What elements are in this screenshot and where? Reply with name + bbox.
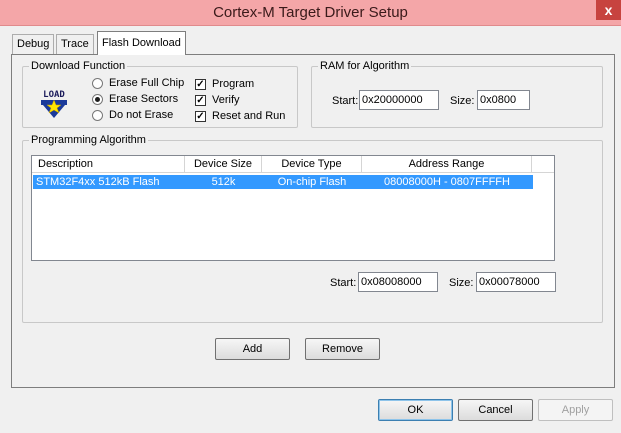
algorithm-list[interactable]: Description Device Size Device Type Addr…	[31, 155, 555, 261]
row-device-type: On-chip Flash	[277, 176, 347, 188]
ram-start-label: Start:	[332, 95, 359, 107]
check-icon[interactable]: ✓	[195, 95, 206, 106]
row-description: STM32F4xx 512kB Flash	[36, 176, 160, 188]
algo-size-label: Size:	[449, 277, 474, 289]
algo-start-input[interactable]: 0x08008000	[358, 272, 438, 292]
column-address-range[interactable]: Address Range	[362, 156, 532, 173]
row-device-size: 512k	[211, 176, 236, 188]
load-icon: LOAD	[37, 86, 71, 120]
ram-for-algorithm-group: RAM for Algorithm Start: 0x20000000 Size…	[311, 59, 603, 128]
check-icon[interactable]: ✓	[195, 111, 206, 122]
table-row[interactable]: STM32F4xx 512kB Flash 512k On-chip Flash…	[33, 175, 533, 189]
column-device-type[interactable]: Device Type	[262, 156, 362, 173]
dialog-client: Debug Trace Flash Download Download Func…	[7, 26, 615, 426]
add-button[interactable]: Add	[215, 338, 290, 360]
tab-debug[interactable]: Debug	[12, 34, 55, 54]
column-description[interactable]: Description	[32, 156, 185, 173]
title-bar[interactable]: Cortex-M Target Driver Setup x	[0, 0, 621, 26]
programming-algorithm-group: Programming Algorithm Description Device…	[22, 133, 603, 323]
svg-text:LOAD: LOAD	[43, 90, 65, 100]
ok-button[interactable]: OK	[378, 399, 453, 421]
ram-for-algorithm-title: RAM for Algorithm	[318, 59, 412, 73]
remove-button[interactable]: Remove	[305, 338, 380, 360]
row-address-range: 08008000H - 0807FFFFH	[384, 176, 510, 188]
window-title: Cortex-M Target Driver Setup	[213, 4, 408, 21]
ram-size-label: Size:	[450, 95, 475, 107]
download-function-title: Download Function	[29, 59, 128, 73]
dialog-window: Cortex-M Target Driver Setup x Debug Tra…	[0, 0, 621, 433]
algo-size-input[interactable]: 0x00078000	[476, 272, 556, 292]
cancel-button[interactable]: Cancel	[458, 399, 533, 421]
radio-dot[interactable]	[92, 78, 103, 89]
apply-button[interactable]: Apply	[538, 399, 613, 421]
check-icon[interactable]: ✓	[195, 79, 206, 90]
radio-dot[interactable]	[92, 110, 103, 121]
radio-dot-selected[interactable]	[92, 94, 103, 105]
ram-size-input[interactable]: 0x0800	[477, 90, 530, 110]
close-icon[interactable]: x	[596, 0, 621, 20]
ram-start-input[interactable]: 0x20000000	[359, 90, 439, 110]
column-device-size[interactable]: Device Size	[185, 156, 262, 173]
download-function-group: Download Function LOAD Erase Full Chip E…	[22, 59, 298, 128]
tab-trace[interactable]: Trace	[56, 34, 94, 54]
algo-start-label: Start:	[330, 277, 357, 289]
tab-flash-download[interactable]: Flash Download	[97, 31, 186, 55]
programming-algorithm-title: Programming Algorithm	[29, 133, 148, 147]
flash-download-panel: Download Function LOAD Erase Full Chip E…	[11, 54, 615, 388]
list-header: Description Device Size Device Type Addr…	[32, 156, 554, 173]
